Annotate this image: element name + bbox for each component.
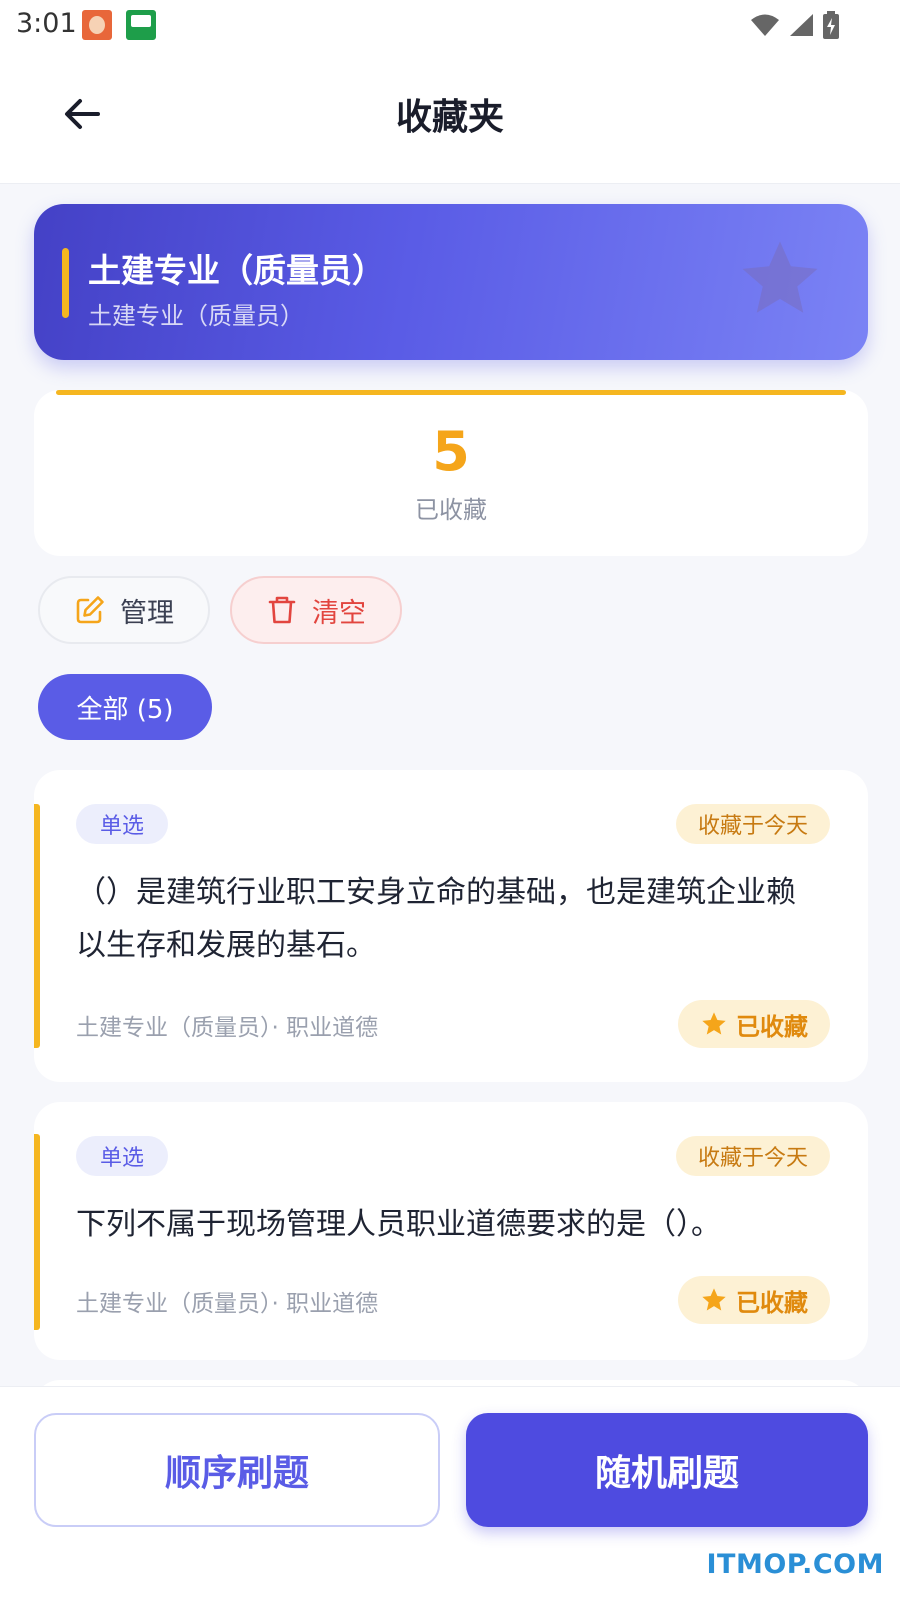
favorited-label: 已收藏 (736, 1012, 808, 1041)
bottom-action-bar: 顺序刷题 随机刷题 ITMOP.COM (0, 1386, 900, 1600)
app-notification-icon (82, 10, 112, 40)
wifi-icon (751, 14, 779, 36)
status-indicators (750, 10, 840, 40)
signal-icon (790, 14, 813, 36)
manage-label: 管理 (120, 597, 174, 629)
favorited-button[interactable]: 已收藏 (678, 1000, 830, 1048)
favorites-count-card: 5 已收藏 (34, 390, 868, 556)
page-title: 收藏夹 (395, 97, 504, 138)
banner-title: 土建专业（质量员） (88, 251, 385, 290)
card-accent-bar (34, 804, 40, 1048)
clear-button[interactable]: 清空 (230, 576, 402, 644)
saved-date-badge: 收藏于今天 (676, 804, 830, 844)
category-banner: 土建专业（质量员） 土建专业（质量员） (34, 204, 868, 360)
question-meta: 土建专业（质量员）· 职业道德 (76, 1015, 379, 1041)
status-time: 3:01 (16, 8, 77, 39)
question-text: （）是建筑行业职工安身立命的基础，也是建筑企业赖以生存和发展的基石。 (76, 875, 796, 963)
favorites-count: 5 (432, 420, 470, 483)
card-accent-bar (34, 1134, 40, 1330)
battery-charging-icon (823, 11, 839, 39)
favorites-screen: 3:01 收藏夹 土建专业（质量员） 土建专业（质量员） 5 已收藏 管理 清空… (0, 0, 900, 1600)
star-icon (702, 1012, 726, 1035)
question-card[interactable]: 单选 收藏于今天 （）是建筑行业职工安身立命的基础，也是建筑企业赖以生存和发展的… (34, 770, 868, 1082)
manage-button[interactable]: 管理 (38, 576, 210, 644)
filter-chip-all[interactable]: 全部 (5) (38, 674, 212, 740)
site-watermark: ITMOP.COM (706, 1549, 884, 1580)
random-practice-button[interactable]: 随机刷题 (466, 1413, 868, 1527)
question-text: 下列不属于现场管理人员职业道德要求的是（）。 (76, 1207, 721, 1242)
banner-subtitle: 土建专业（质量员） (88, 302, 304, 330)
count-card-accent-line (56, 390, 846, 395)
question-type-badge: 单选 (76, 804, 168, 844)
favorites-count-label: 已收藏 (415, 496, 487, 524)
status-bar: 3:01 (0, 0, 900, 50)
favorited-label: 已收藏 (736, 1288, 808, 1317)
sequential-practice-button[interactable]: 顺序刷题 (34, 1413, 440, 1527)
saved-date-badge: 收藏于今天 (676, 1136, 830, 1176)
question-card[interactable]: 单选 收藏于今天 下列不属于现场管理人员职业道德要求的是（）。 土建专业（质量员… (34, 1102, 868, 1360)
question-type-badge: 单选 (76, 1136, 168, 1176)
favorited-button[interactable]: 已收藏 (678, 1276, 830, 1324)
star-icon (702, 1288, 726, 1311)
edit-icon (76, 596, 104, 624)
star-icon (742, 241, 818, 313)
question-meta: 土建专业（质量员）· 职业道德 (76, 1291, 379, 1317)
banner-accent-bar (62, 248, 69, 318)
header: 收藏夹 (0, 50, 900, 184)
clear-label: 清空 (312, 597, 366, 629)
trash-icon (268, 596, 296, 624)
app-notification-icon-2 (126, 10, 156, 40)
